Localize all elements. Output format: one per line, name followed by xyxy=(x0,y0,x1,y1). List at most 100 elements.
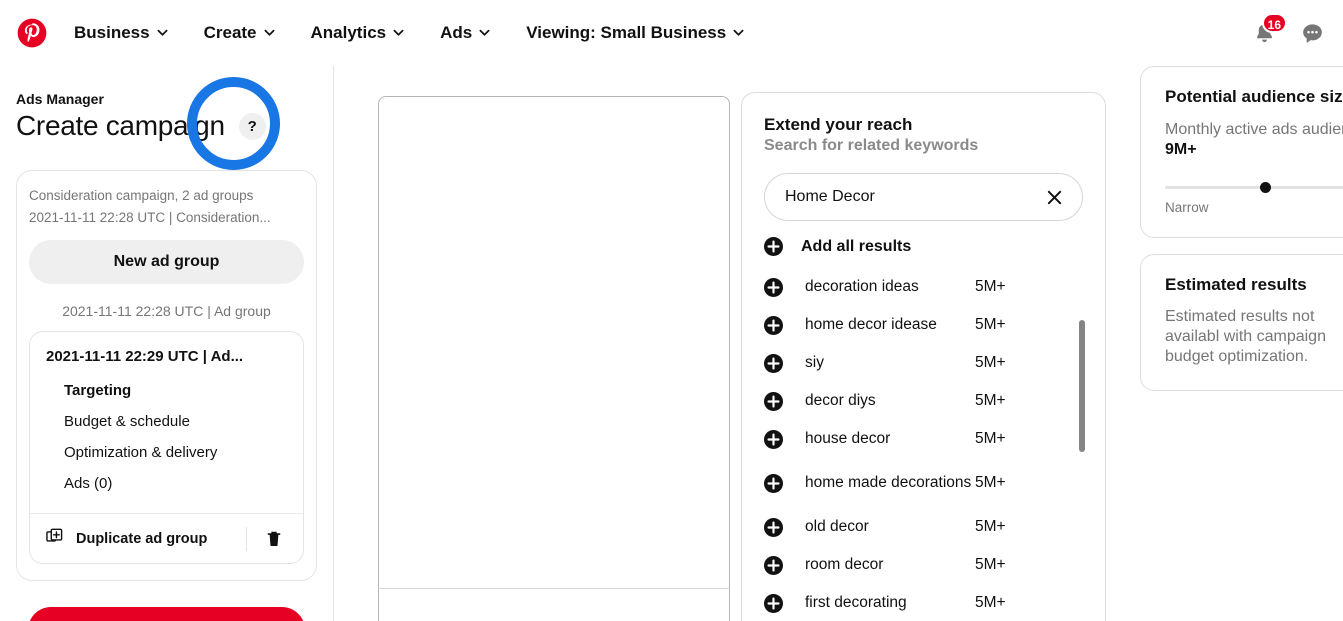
keyword-name: room decor xyxy=(805,556,975,574)
ad-group-step-list: Targeting Budget & schedule Optimization… xyxy=(30,365,303,513)
list-item[interactable]: decor diys 5M+ xyxy=(742,382,1105,420)
pinterest-logo-icon[interactable] xyxy=(16,17,48,49)
slider-handle[interactable] xyxy=(1260,182,1271,193)
plus-circle-icon[interactable] xyxy=(764,594,783,613)
keyword-name: home decor idease xyxy=(805,316,975,334)
trash-icon xyxy=(266,530,282,547)
keyword-volume: 5M+ xyxy=(975,392,1031,410)
chevron-down-icon xyxy=(157,27,168,38)
chevron-down-icon xyxy=(264,27,275,38)
nav-item-viewing-account[interactable]: Viewing: Small Business xyxy=(508,17,762,49)
nav-item-business[interactable]: Business xyxy=(56,17,186,49)
selected-keywords-panel xyxy=(378,96,730,596)
list-item[interactable]: old decor 5M+ xyxy=(742,508,1105,546)
publish-button[interactable]: Publish xyxy=(28,607,305,621)
plus-circle-icon[interactable] xyxy=(764,518,783,537)
breadcrumb-ads-manager: Ads Manager xyxy=(16,91,317,107)
audience-breadth-slider[interactable] xyxy=(1165,186,1343,189)
messages-button[interactable] xyxy=(1299,20,1325,46)
add-all-results-button[interactable]: Add all results xyxy=(742,221,1105,264)
plus-circle-icon[interactable] xyxy=(764,556,783,575)
plus-circle-icon[interactable] xyxy=(764,392,783,411)
campaign-card: Consideration campaign, 2 ad groups 2021… xyxy=(16,170,317,581)
pinterest-ads-manager-page: Business Create Analytics Ads Viewing: S… xyxy=(0,0,1343,621)
extend-your-reach-panel: Extend your reach Search for related key… xyxy=(741,92,1106,621)
chevron-down-icon xyxy=(733,27,744,38)
keyword-search-box[interactable] xyxy=(764,173,1083,221)
right-summary-panel: Potential audience size Monthly active a… xyxy=(1140,66,1343,621)
keyword-volume: 5M+ xyxy=(975,594,1031,612)
top-navigation-bar: Business Create Analytics Ads Viewing: S… xyxy=(0,0,1343,66)
keyword-name: decoration ideas xyxy=(805,278,975,296)
nav-item-label: Ads xyxy=(440,23,472,43)
nav-item-label: Business xyxy=(74,23,150,43)
page-title: Create campaign xyxy=(16,110,225,142)
search-input[interactable] xyxy=(785,188,1042,206)
estimated-results-card: Estimated results Estimated results not … xyxy=(1140,254,1343,391)
nav-item-label: Analytics xyxy=(311,23,387,43)
reach-subtitle: Search for related keywords xyxy=(764,137,1083,155)
keyword-name: first decorating xyxy=(805,594,975,612)
nav-right-actions: 16 xyxy=(1251,0,1325,66)
chevron-down-icon xyxy=(393,27,404,38)
close-icon[interactable] xyxy=(1042,185,1066,209)
duplicate-ad-group-label: Duplicate ad group xyxy=(76,531,207,547)
keyword-volume: 5M+ xyxy=(975,556,1031,574)
plus-circle-icon[interactable] xyxy=(764,316,783,335)
ad-group-title: 2021-11-11 22:29 UTC | Ad... xyxy=(30,332,303,365)
audience-card-title: Potential audience size xyxy=(1165,87,1343,107)
plus-circle-icon[interactable] xyxy=(764,278,783,297)
list-item[interactable]: home decor idease 5M+ xyxy=(742,306,1105,344)
slider-min-label: Narrow xyxy=(1165,200,1209,215)
plus-circle-icon[interactable] xyxy=(764,354,783,373)
plus-circle-icon[interactable] xyxy=(764,474,783,493)
duplicate-ad-group-button[interactable]: Duplicate ad group xyxy=(42,523,236,554)
sidebar-item-targeting[interactable]: Targeting xyxy=(46,375,287,406)
potential-audience-size-card: Potential audience size Monthly active a… xyxy=(1140,66,1343,238)
new-ad-group-button[interactable]: New ad group xyxy=(29,240,304,284)
plus-circle-icon[interactable] xyxy=(764,430,783,449)
audience-card-subtitle: Monthly active ads audience xyxy=(1165,120,1343,140)
sidebar-item-optimization-delivery[interactable]: Optimization & delivery xyxy=(46,437,287,468)
reach-title: Extend your reach xyxy=(764,115,1083,135)
delete-ad-group-button[interactable] xyxy=(257,530,291,547)
add-all-results-label: Add all results xyxy=(801,238,911,256)
nav-item-ads[interactable]: Ads xyxy=(422,17,508,49)
ad-group-stamp: 2021-11-11 22:28 UTC | Ad group xyxy=(29,303,304,319)
keyword-volume: 5M+ xyxy=(975,518,1031,536)
keyword-volume: 5M+ xyxy=(975,316,1031,334)
reach-header: Extend your reach Search for related key… xyxy=(742,93,1105,155)
duplicate-icon xyxy=(46,528,63,549)
nav-item-analytics[interactable]: Analytics xyxy=(293,17,423,49)
estimated-results-title: Estimated results xyxy=(1165,275,1343,295)
notifications-button[interactable]: 16 xyxy=(1251,20,1277,46)
nav-items: Business Create Analytics Ads Viewing: S… xyxy=(56,17,762,49)
ad-group-card: 2021-11-11 22:29 UTC | Ad... Targeting B… xyxy=(29,331,304,564)
list-item[interactable]: decoration ideas 5M+ xyxy=(742,268,1105,306)
keyword-name: old decor xyxy=(805,518,975,536)
help-icon[interactable]: ? xyxy=(239,113,266,140)
slider-labels: Narrow Br xyxy=(1165,200,1343,215)
list-item[interactable]: house decor 5M+ xyxy=(742,420,1105,458)
sidebar-item-ads[interactable]: Ads (0) xyxy=(46,468,287,499)
keyword-name: siy xyxy=(805,354,975,372)
keyword-volume: 5M+ xyxy=(975,278,1031,296)
nav-item-create[interactable]: Create xyxy=(186,17,293,49)
list-item[interactable]: siy 5M+ xyxy=(742,344,1105,382)
estimated-results-body: Estimated results not availabl with camp… xyxy=(1165,307,1343,368)
campaign-summary: Consideration campaign, 2 ad groups xyxy=(29,185,304,207)
center-content-area: 0 keywords Extend your reach Search for … xyxy=(335,66,1135,621)
keyword-list-scrollbar[interactable] xyxy=(1079,320,1085,452)
keyword-name: decor diys xyxy=(805,392,975,410)
list-item[interactable]: home made decorations 5M+ xyxy=(742,458,1105,508)
nav-item-label: Viewing: Small Business xyxy=(526,23,726,43)
keyword-name: home made decorations xyxy=(805,474,975,492)
keyword-count-bar: 0 keywords xyxy=(378,588,730,621)
keyword-results-list: decoration ideas 5M+ home decor idease 5… xyxy=(742,268,1105,621)
list-item[interactable]: room decor 5M+ xyxy=(742,546,1105,584)
audience-size-value: 9M+ xyxy=(1165,141,1343,159)
sidebar-item-budget-schedule[interactable]: Budget & schedule xyxy=(46,406,287,437)
chevron-down-icon xyxy=(479,27,490,38)
left-sidebar: Ads Manager Create campaign ? Considerat… xyxy=(0,66,334,621)
list-item[interactable]: first decorating 5M+ xyxy=(742,584,1105,621)
